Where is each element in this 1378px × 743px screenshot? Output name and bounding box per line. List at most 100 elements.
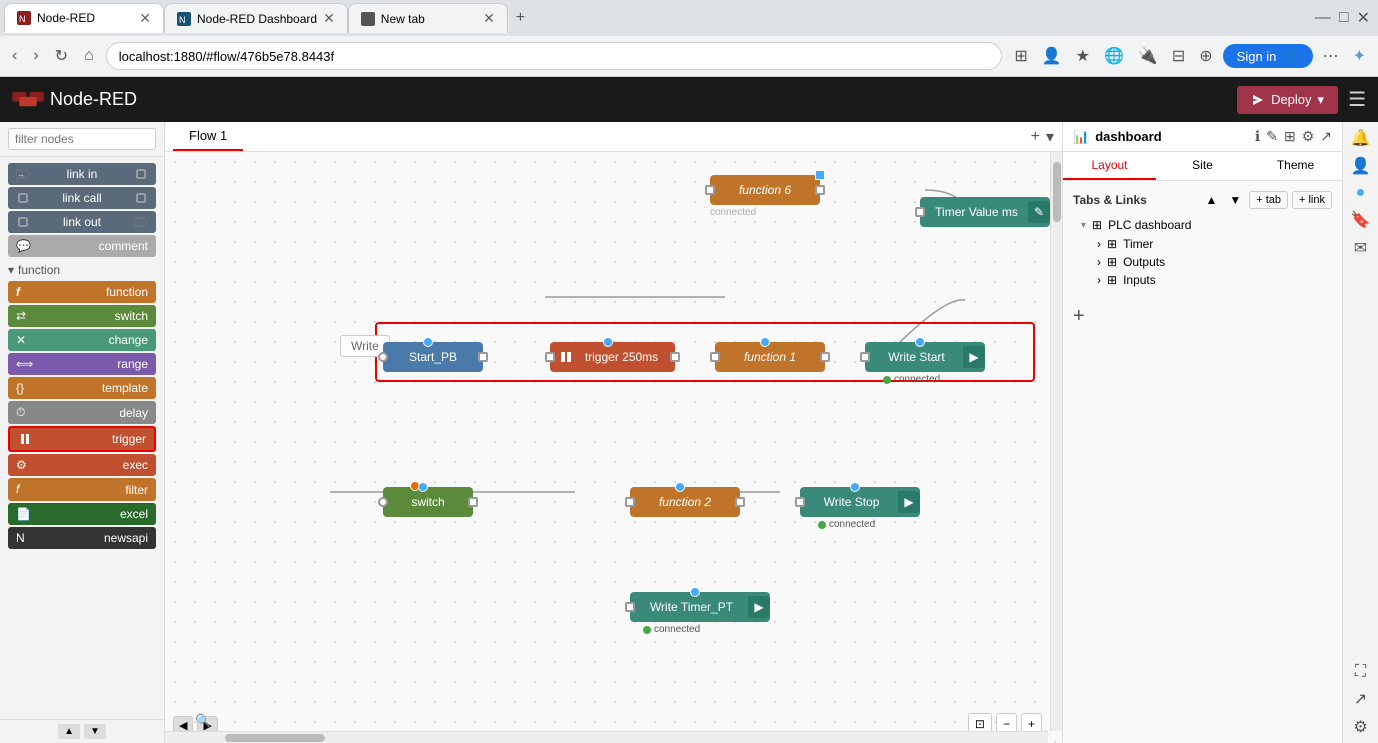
tab-title-newtab: New tab <box>381 12 477 26</box>
tab-close-nr[interactable]: ✕ <box>139 10 151 27</box>
timer-value-action-icon: ✎ <box>1028 201 1050 223</box>
v-scrollbar[interactable] <box>1050 152 1062 731</box>
add-flow-button[interactable]: + <box>1031 127 1040 147</box>
extensions-button[interactable]: ⊞ <box>1010 42 1031 70</box>
extensions2-button[interactable]: 🔌 <box>1134 42 1162 70</box>
tree-item-timer[interactable]: › ⊞ Timer <box>1089 235 1332 253</box>
profile-button[interactable]: 👤 <box>1038 42 1066 70</box>
sidebar-button[interactable]: ⊟ <box>1168 42 1189 70</box>
function2-node[interactable]: function 2 <box>630 487 740 517</box>
tree-root[interactable]: ▾ ⊞ PLC dashboard <box>1073 215 1332 235</box>
layout-button[interactable]: ⊞ <box>1284 128 1296 145</box>
avatar-icon: 👤 <box>1282 48 1298 64</box>
h-scrollbar[interactable] <box>165 731 1048 743</box>
restore-button[interactable]: □ <box>1335 5 1353 31</box>
close-button[interactable]: ✕ <box>1353 4 1374 32</box>
home-button[interactable]: ⌂ <box>80 43 98 69</box>
far-right-expand-button[interactable]: ⛶ <box>1355 663 1366 681</box>
info-button[interactable]: ℹ <box>1255 128 1260 145</box>
topbar-right: Deploy ▾ ☰ <box>1237 86 1366 114</box>
sidebar-item-link-call[interactable]: link call <box>8 187 156 209</box>
sign-in-button[interactable]: Sign in 👤 <box>1223 44 1313 68</box>
sidebar-item-change[interactable]: ✕ change <box>8 329 156 351</box>
sidebar-item-link-out[interactable]: link out <box>8 211 156 233</box>
edit-button[interactable]: ✎ <box>1266 128 1278 145</box>
sidebar-item-filter[interactable]: 𝑓 filter <box>8 478 156 501</box>
back-button[interactable]: ‹ <box>8 43 21 69</box>
function-group-header[interactable]: ▾ function <box>8 259 156 279</box>
add-link-button[interactable]: + link <box>1292 191 1332 209</box>
add-tab-button[interactable]: + tab <box>1249 191 1288 209</box>
filter-nodes-input[interactable] <box>8 128 156 150</box>
minimize-button[interactable]: — <box>1311 5 1335 31</box>
far-right-external-button[interactable]: ↗ <box>1354 689 1367 709</box>
switch-node[interactable]: switch <box>383 487 473 517</box>
external-link-button[interactable]: ↗ <box>1320 128 1332 145</box>
sidebar-scroll-controls: ▲ ▼ <box>0 719 164 743</box>
sidebar-scroll-up[interactable]: ▲ <box>58 724 80 739</box>
sidebar-item-excel[interactable]: 📄 excel <box>8 503 156 525</box>
sidebar-item-exec[interactable]: ⚙ exec <box>8 454 156 476</box>
far-right-mail-button[interactable]: ✉ <box>1354 238 1367 258</box>
tree-item-inputs[interactable]: › ⊞ Inputs <box>1089 271 1332 289</box>
tab-dashboard[interactable]: N Node-RED Dashboard ✕ <box>164 3 348 33</box>
write-start-port-left <box>860 352 870 362</box>
rp-tab-layout[interactable]: Layout <box>1063 152 1156 180</box>
sidebar-item-function[interactable]: f function <box>8 281 156 303</box>
sidebar-item-range[interactable]: ⟺ range <box>8 353 156 375</box>
trigger-label: trigger <box>112 432 146 446</box>
settings-panel-button[interactable]: ⚙ <box>1302 128 1315 145</box>
svg-text:N: N <box>179 15 186 25</box>
menu-button[interactable]: ☰ <box>1348 87 1366 112</box>
sidebar-item-template[interactable]: {} template <box>8 377 156 399</box>
sidebar-item-newsapi[interactable]: N newsapi <box>8 527 156 549</box>
timer-value-node[interactable]: Timer Value ms ✎ <box>920 197 1050 227</box>
sidebar-item-trigger[interactable]: trigger <box>8 426 156 452</box>
favorites-button[interactable]: ★ <box>1072 42 1094 70</box>
sidebar-scroll-down[interactable]: ▼ <box>84 724 106 739</box>
discover-button[interactable]: ⊕ <box>1195 42 1216 70</box>
write-start-node[interactable]: Write Start ▶ <box>865 342 985 372</box>
new-tab-button[interactable]: + <box>508 5 533 31</box>
write-timer-node[interactable]: Write Timer_PT ▶ <box>630 592 770 622</box>
address-input[interactable] <box>106 42 1003 70</box>
forward-button[interactable]: › <box>29 43 42 69</box>
trigger-250ms-node[interactable]: trigger 250ms <box>550 342 675 372</box>
sidebar-item-switch[interactable]: ⇄ switch <box>8 305 156 327</box>
far-right-user-button[interactable]: 👤 <box>1351 156 1371 176</box>
write-stop-node[interactable]: Write Stop ▶ <box>800 487 920 517</box>
deploy-button[interactable]: Deploy ▾ <box>1237 86 1338 114</box>
tree-item-outputs[interactable]: › ⊞ Outputs <box>1089 253 1332 271</box>
write-stop-label: Write Stop <box>805 495 898 509</box>
function6-node[interactable]: function 6 <box>710 175 820 205</box>
start-pb-node[interactable]: Start_PB <box>383 342 483 372</box>
sidebar-item-link-in[interactable]: → link in <box>8 163 156 185</box>
tab-close-dashboard[interactable]: ✕ <box>323 10 335 27</box>
far-right-settings-button[interactable]: ⚙ <box>1353 717 1367 737</box>
rp-content: Tabs & Links ▲ ▼ + tab + link <box>1063 181 1342 743</box>
collections-button[interactable]: 🌐 <box>1100 42 1128 70</box>
tab-close-newtab[interactable]: ✕ <box>483 10 495 27</box>
add-item-button[interactable]: + <box>1073 305 1085 328</box>
settings-button[interactable]: ⋯ <box>1319 42 1343 70</box>
far-right-circle-button[interactable]: ● <box>1356 184 1366 202</box>
flow-tab-1[interactable]: Flow 1 <box>173 122 243 151</box>
v-scrollbar-thumb[interactable] <box>1053 162 1061 222</box>
rp-tab-theme[interactable]: Theme <box>1249 152 1342 180</box>
flow-options-button[interactable]: ▾ <box>1046 127 1054 147</box>
function1-node[interactable]: function 1 <box>715 342 825 372</box>
tab-newtab[interactable]: New tab ✕ <box>348 3 508 33</box>
copilot-button[interactable]: ✦ <box>1349 42 1370 70</box>
tab-node-red[interactable]: N Node-RED ✕ <box>4 3 164 33</box>
h-scrollbar-thumb[interactable] <box>225 734 325 742</box>
sort-desc-button[interactable]: ▼ <box>1225 191 1245 209</box>
rp-tab-site[interactable]: Site <box>1156 152 1249 180</box>
refresh-button[interactable]: ↻ <box>51 42 72 70</box>
sidebar-item-comment[interactable]: 💬 comment <box>8 235 156 257</box>
write-comment-label: Write <box>351 339 379 353</box>
sidebar-item-delay[interactable]: ⏱ delay <box>8 401 156 424</box>
far-right-bookmark-button[interactable]: 🔖 <box>1351 210 1371 230</box>
flow-canvas[interactable]: Write function 6 connected Timer Value m… <box>165 152 1062 743</box>
sort-asc-button[interactable]: ▲ <box>1201 191 1221 209</box>
far-right-bell-button[interactable]: 🔔 <box>1351 128 1371 148</box>
